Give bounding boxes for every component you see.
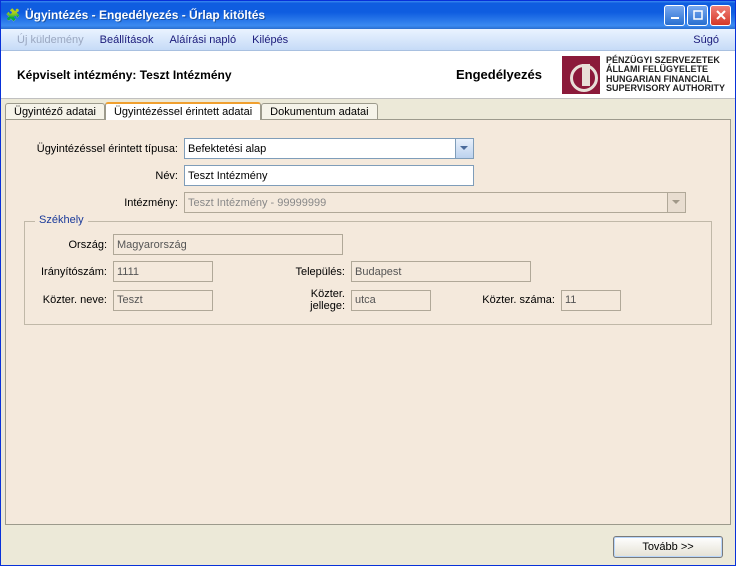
menubar: Új küldemény Beállítások Aláírási napló …	[1, 29, 735, 51]
address-groupbox: Székhely Ország: Irányítószám: Település…	[24, 221, 712, 325]
represented-institution-label: Képviselt intézmény: Teszt Intézmény	[11, 68, 436, 82]
maximize-icon	[693, 10, 703, 20]
tab-uegyintezo-adatai[interactable]: Ügyintéző adatai	[5, 103, 105, 120]
titlebar: 🧩 Ügyintézés - Engedélyezés - Űrlap kitö…	[1, 1, 735, 29]
institution-select	[184, 192, 686, 213]
city-label: Település:	[273, 266, 351, 278]
window-title: Ügyintézés - Engedélyezés - Űrlap kitölt…	[25, 8, 664, 22]
type-select[interactable]	[184, 138, 474, 159]
org-logo-block: PÉNZÜGYI SZERVEZETEK ÁLLAMI FELÜGYELETE …	[562, 56, 725, 94]
country-input	[113, 234, 343, 255]
tab-dokumentum-adatai[interactable]: Dokumentum adatai	[261, 103, 377, 120]
street-num-label: Közter. száma:	[481, 294, 561, 306]
street-label: Közter. neve:	[35, 294, 113, 306]
city-input	[351, 261, 531, 282]
maximize-button[interactable]	[687, 5, 708, 26]
zip-label: Irányítószám:	[35, 266, 113, 278]
app-icon: 🧩	[5, 7, 21, 23]
footer: Tovább >>	[1, 529, 735, 565]
country-label: Ország:	[35, 239, 113, 251]
close-icon	[716, 10, 726, 20]
window-buttons	[664, 5, 731, 26]
org-logo-icon	[562, 56, 600, 94]
menu-exit[interactable]: Kilépés	[244, 32, 296, 48]
menu-settings[interactable]: Beállítások	[92, 32, 162, 48]
street-type-label: Közter. jellege:	[273, 288, 351, 312]
minimize-button[interactable]	[664, 5, 685, 26]
minimize-icon	[670, 10, 680, 20]
menu-new: Új küldemény	[9, 32, 92, 48]
name-label: Név:	[24, 170, 184, 182]
app-window: 🧩 Ügyintézés - Engedélyezés - Űrlap kitö…	[0, 0, 736, 566]
name-input[interactable]	[184, 165, 474, 186]
header: Képviselt intézmény: Teszt Intézmény Eng…	[1, 51, 735, 99]
menu-help[interactable]: Súgó	[685, 32, 727, 48]
tab-ugyintezessel-erintett[interactable]: Ügyintézéssel érintett adatai	[105, 102, 261, 120]
tabstrip: Ügyintéző adatai Ügyintézéssel érintett …	[1, 99, 735, 119]
org-name: PÉNZÜGYI SZERVEZETEK ÁLLAMI FELÜGYELETE …	[606, 56, 725, 94]
menu-sign-log[interactable]: Aláírási napló	[161, 32, 244, 48]
close-button[interactable]	[710, 5, 731, 26]
type-label: Ügyintézéssel érintett típusa:	[24, 143, 184, 155]
header-caption: Engedélyezés	[436, 67, 562, 82]
tab-content: Ügyintézéssel érintett típusa: Név: Inté…	[5, 119, 731, 525]
street-num-input	[561, 290, 621, 311]
institution-label: Intézmény:	[24, 197, 184, 209]
next-button[interactable]: Tovább >>	[613, 536, 723, 558]
street-type-input	[351, 290, 431, 311]
street-input	[113, 290, 213, 311]
groupbox-title: Székhely	[35, 214, 88, 226]
zip-input	[113, 261, 213, 282]
